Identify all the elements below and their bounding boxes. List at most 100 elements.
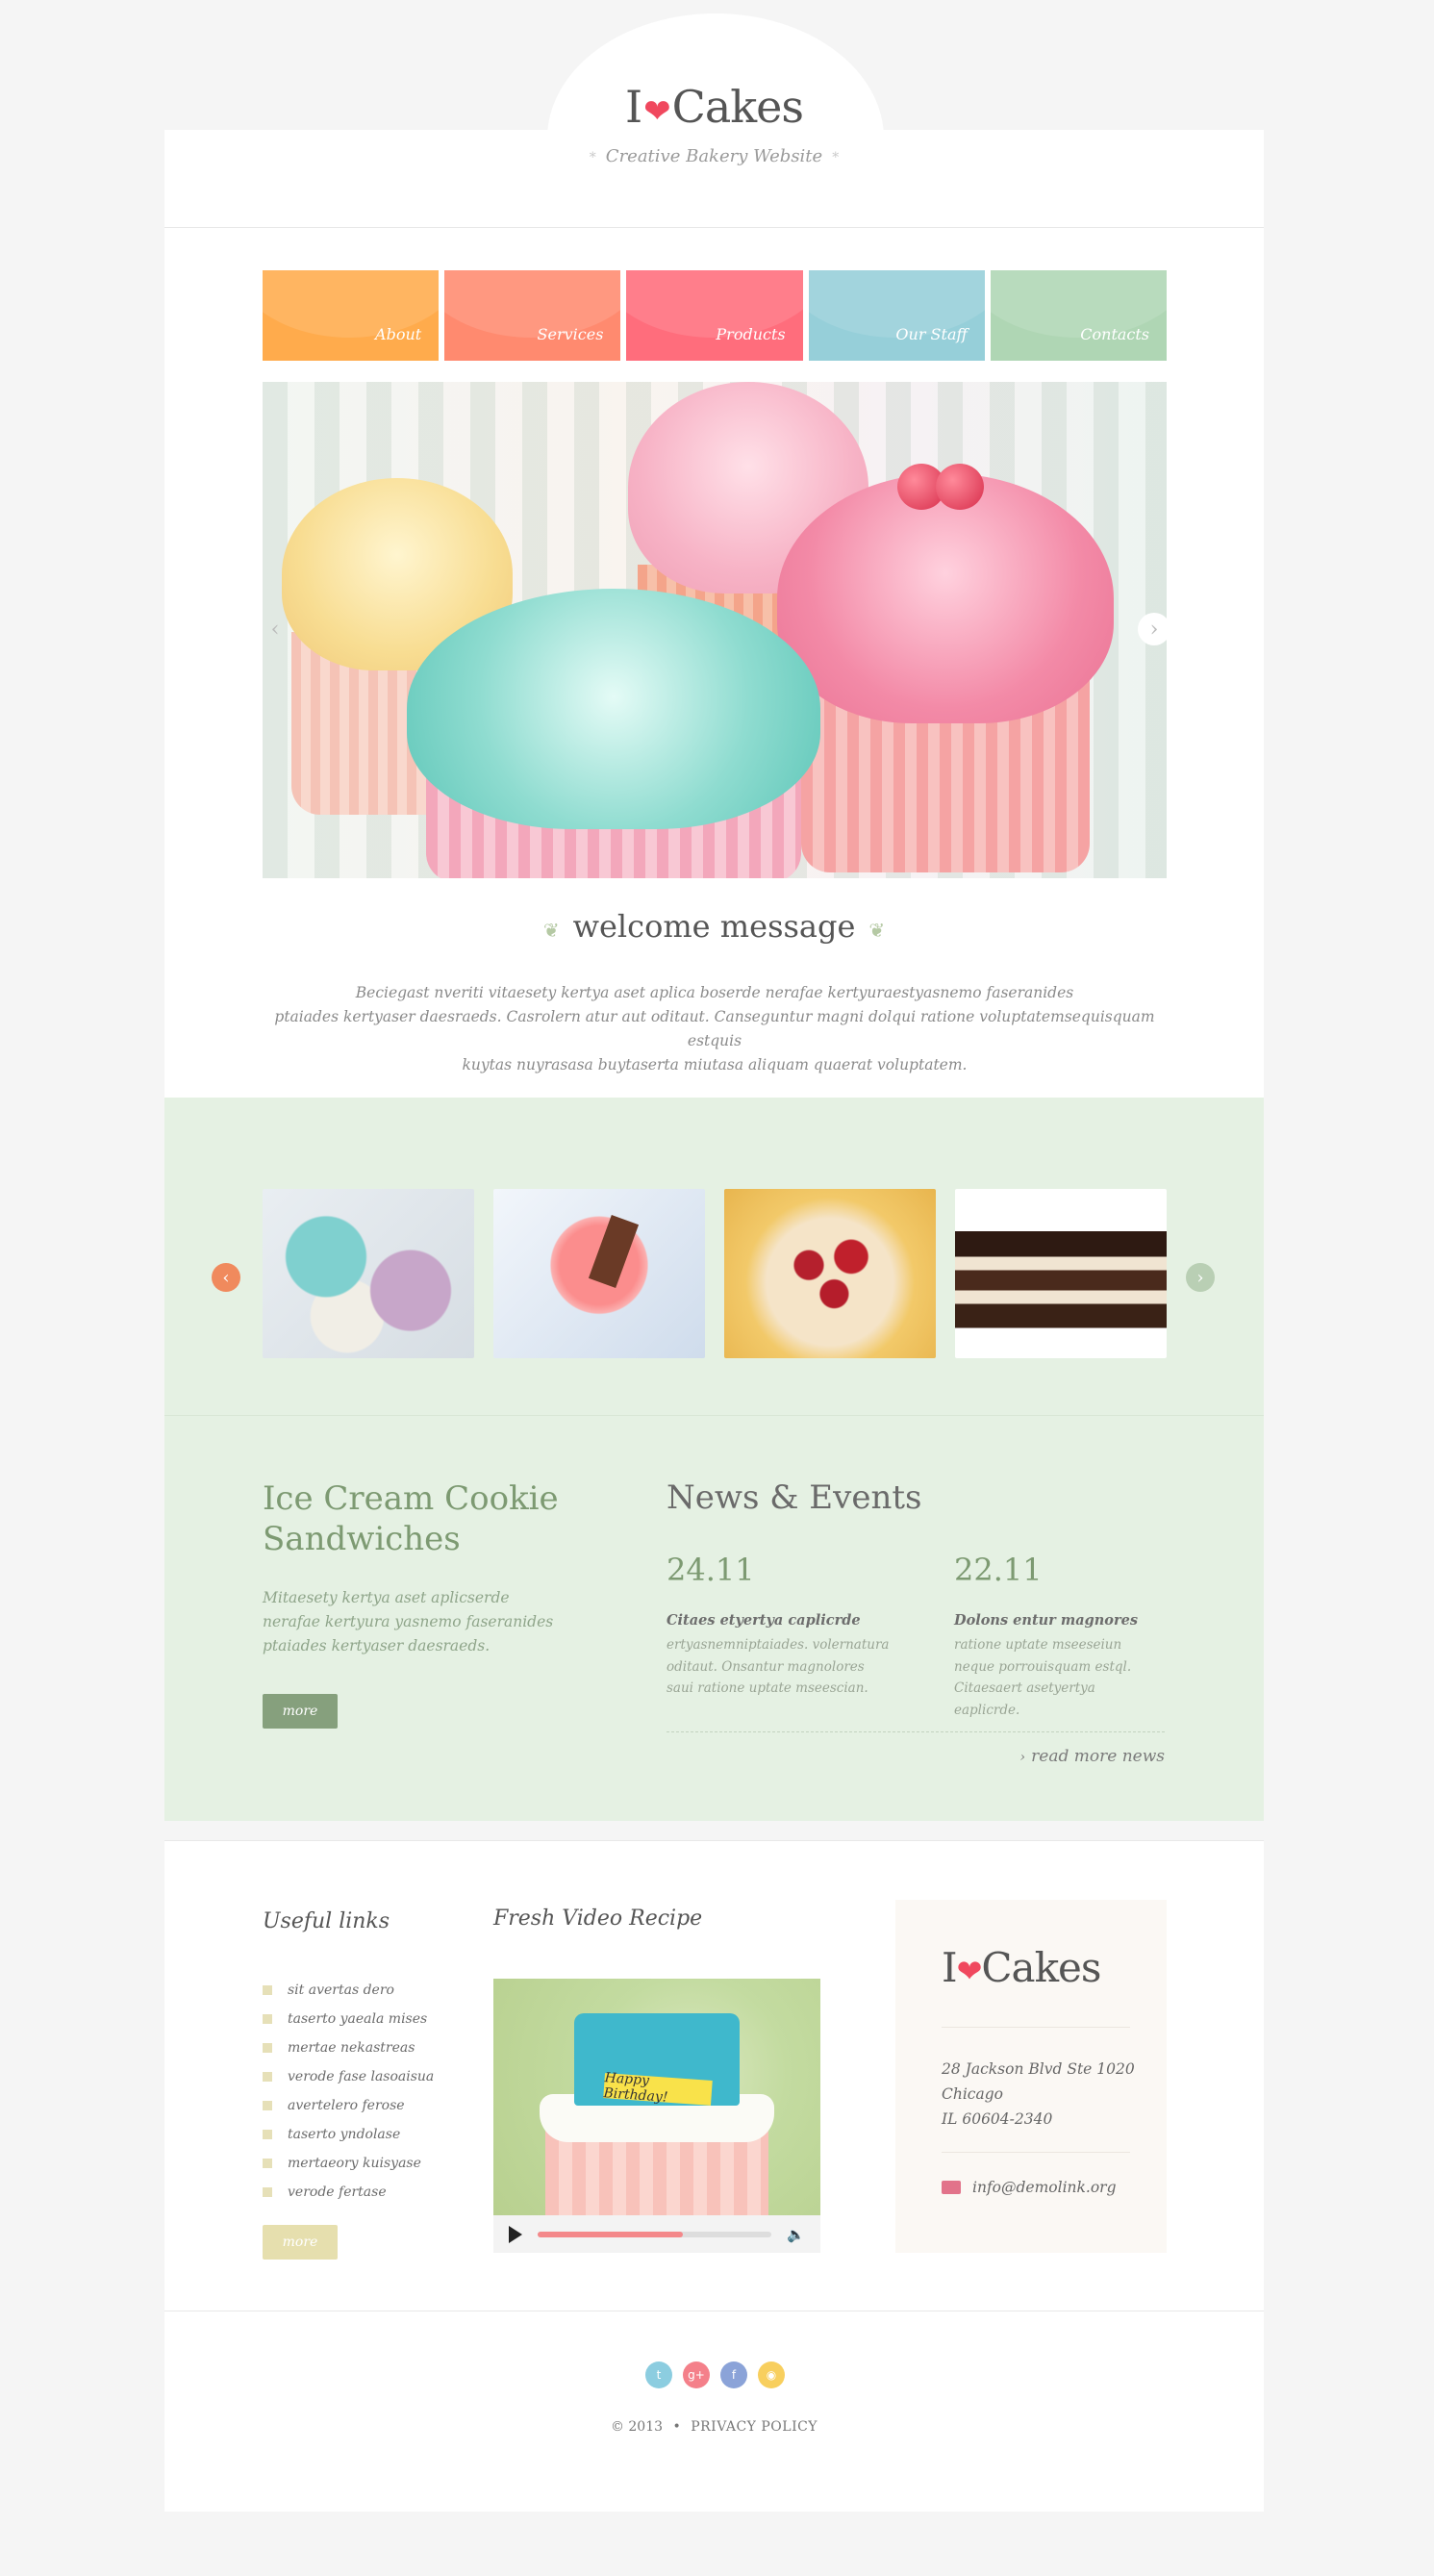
news-date: 22.11 [954,1552,1043,1588]
links-more-button[interactable]: more [263,2225,338,2260]
play-icon[interactable] [509,2225,522,2243]
video-progress-fill [538,2231,683,2237]
hero-slider[interactable]: ‹ › [263,382,1167,878]
news-date: 24.11 [667,1552,755,1588]
useful-links-title: Useful links [263,1909,390,1933]
facebook-icon[interactable]: f [720,2361,747,2388]
frosting-image [407,589,820,829]
useful-link[interactable]: sit avertas dero [263,1976,434,2005]
frosting-image [777,473,1114,723]
link-label: verode fertase [288,2185,387,2200]
slider-next-button[interactable]: › [1138,613,1167,645]
twitter-icon[interactable]: t [645,2361,672,2388]
logo-name: Cakes [981,1944,1101,1991]
tagline-text: Creative Bakery Website [605,146,823,166]
welcome-text: Beciegast nveriti vitaesety kertya aset … [272,981,1157,1077]
news-headline[interactable]: Citaes etyertya caplicrde [667,1612,861,1629]
feature-title: Ice Cream Cookie Sandwiches [263,1479,559,1558]
nav-label: About [375,325,422,343]
copyright-text: © 2013 [610,2419,664,2435]
link-label: avertelero ferose [288,2098,405,2113]
heart-icon: ❤ [643,92,670,131]
welcome-line: ptaiades kertyaser daesraeds. Casrolern … [274,1008,1155,1049]
gallery-item-macarons[interactable] [263,1189,474,1358]
news-body: ertyasnemniptaiades. volernatura oditaut… [667,1637,890,1696]
header [164,130,1264,228]
useful-link[interactable]: verode fertase [263,2178,434,2207]
envelope-icon [942,2181,961,2194]
divider [942,2152,1130,2153]
useful-link[interactable]: mertaeory kuisyase [263,2149,434,2178]
read-more-label: read more news [1031,1747,1165,1766]
nav-item-our-staff[interactable]: Our Staff [808,270,985,361]
footer-widgets: Useful links sit avertas dero taserto ya… [164,1840,1264,2311]
link-label: taserto yaeala mises [288,2011,428,2027]
address-line: Chicago [942,2085,1003,2103]
star-icon: * [589,150,596,165]
contact-address: 28 Jackson Blvd Ste 1020 Chicago IL 6060… [942,2057,1135,2132]
chevron-right-icon: › [1196,1267,1204,1288]
nav-label: Products [716,325,786,343]
news-headline[interactable]: Dolons entur magnores [954,1612,1138,1629]
useful-link[interactable]: mertae nekastreas [263,2033,434,2062]
star-icon: * [832,150,840,165]
video-thumbnail: Happy Birthday! [493,1979,820,2215]
privacy-policy-link[interactable]: PRIVACY POLICY [691,2419,818,2435]
gallery-item-cherry-cake[interactable] [724,1189,936,1358]
welcome-line: kuytas nuyrasasa buytaserta miutasa aliq… [462,1056,968,1073]
useful-link[interactable]: taserto yaeala mises [263,2005,434,2033]
nav-item-services[interactable]: Services [444,270,621,361]
bullet-icon [263,2043,272,2053]
welcome-line: Beciegast nveriti vitaesety kertya aset … [355,984,1074,1001]
logo-name: Cakes [671,81,804,133]
nav-item-contacts[interactable]: Contacts [990,270,1168,361]
feature-text: Mitaesety kertya aset aplicserde nerafae… [263,1589,554,1654]
gallery-next-button[interactable]: › [1186,1263,1215,1292]
gallery-prev-button[interactable]: ‹ [212,1263,240,1292]
cherry-image [936,464,984,510]
google-plus-icon[interactable]: g+ [683,2361,710,2388]
bullet-icon [263,2130,272,2139]
green-section: ‹ › Ice Cream Cookie Sandwiches Mitaeset… [164,1098,1264,1821]
chocolate-stick-image [588,1214,640,1289]
cake-label: Happy Birthday! [603,2070,713,2106]
gallery-item-chocolate-cake[interactable] [955,1189,1167,1358]
useful-link[interactable]: avertelero ferose [263,2091,434,2120]
chevron-right-icon: › [1019,1750,1026,1765]
divider [942,2027,1130,2028]
video-controls: 🔈 [493,2215,820,2253]
news-title: News & Events [667,1478,922,1517]
link-label: taserto yndolase [288,2127,401,2142]
bullet-icon [263,2014,272,2024]
leaf-icon: ❦ [542,919,560,942]
useful-link[interactable]: verode fase lasoaisua [263,2062,434,2091]
nav-item-products[interactable]: Products [626,270,803,361]
contact-email-link[interactable]: info@demolink.org [942,2179,1117,2196]
volume-icon[interactable]: 🔈 [787,2226,805,2243]
copyright: © 2013 • PRIVACY POLICY [164,2419,1264,2435]
nav-label: Our Staff [895,325,968,343]
address-line: 28 Jackson Blvd Ste 1020 [942,2060,1135,2078]
main-content: About Services Products Our Staff Contac… [164,228,1264,1098]
link-label: sit avertas dero [288,1983,394,1998]
contact-card: I❤Cakes 28 Jackson Blvd Ste 1020 Chicago… [895,1900,1167,2253]
useful-link[interactable]: taserto yndolase [263,2120,434,2149]
bullet-icon [263,2072,272,2082]
video-progress-bar[interactable] [538,2231,772,2237]
nav-label: Contacts [1080,325,1150,343]
rss-icon[interactable]: ◉ [758,2361,785,2388]
site-logo[interactable]: I❤Cakes [164,81,1264,133]
chevron-left-icon: ‹ [270,617,280,642]
gallery-item-cupcake[interactable] [493,1189,705,1358]
chevron-right-icon: › [1149,617,1159,642]
nav-item-about[interactable]: About [263,270,440,361]
contact-logo: I❤Cakes [942,1944,1101,1991]
read-more-news-link[interactable]: › read more news [992,1747,1165,1766]
logo-prefix: I [942,1944,958,1991]
feature-more-button[interactable]: more [263,1694,338,1729]
social-links: t g+ f ◉ [645,2361,785,2388]
email-text: info@demolink.org [972,2179,1117,2196]
video-player[interactable]: Happy Birthday! 🔈 [493,1979,820,2253]
nav-label: Services [537,325,604,343]
page: I❤Cakes * Creative Bakery Website * About … [164,0,1264,2512]
